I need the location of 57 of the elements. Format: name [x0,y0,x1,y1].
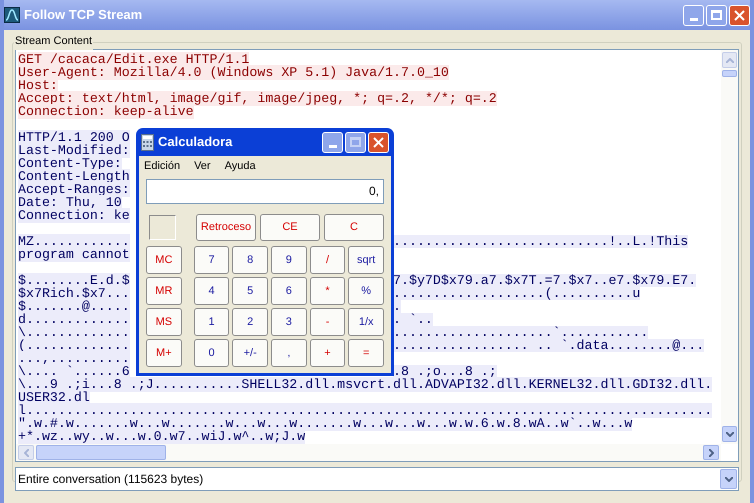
calculator-button[interactable]: MC [146,246,182,274]
close-button[interactable] [729,4,750,26]
calculator-button[interactable]: 2 [232,308,268,336]
calculator-button[interactable]: 0 [194,339,230,367]
calculator-button[interactable]: * [310,277,346,305]
calculator-button[interactable]: M+ [146,339,182,367]
calculator-button[interactable]: 3 [271,308,307,336]
menu-item[interactable]: Ver [194,158,211,174]
caret-left-icon [24,448,28,456]
calculator-button[interactable]: 8 [232,246,268,274]
scroll-right-button[interactable] [703,445,719,460]
close-icon [734,10,745,20]
minimize-button[interactable] [322,132,343,152]
calculator-button[interactable]: = [348,339,384,367]
calculator-button[interactable]: / [310,246,346,274]
calculator-button[interactable]: 6 [271,277,307,305]
calculator-button[interactable]: CE [260,214,320,241]
calculator-button[interactable]: % [348,277,384,305]
calculator-button[interactable]: , [271,339,307,367]
graph-icon [4,7,20,23]
conversation-dropdown[interactable]: Entire conversation (115623 bytes) [15,467,739,491]
calculator-button[interactable]: 4 [194,277,230,305]
calculator-button[interactable]: 5 [232,277,268,305]
scroll-up-button[interactable] [722,52,737,68]
menu-item[interactable]: Ayuda [224,158,256,174]
calculator-button[interactable]: C [324,214,384,241]
scroll-left-button[interactable] [18,445,34,460]
calculator-button[interactable]: MS [146,308,182,336]
close-button[interactable] [368,132,389,152]
caret-right-icon [708,448,714,456]
calculator-button[interactable]: +/- [232,339,268,367]
calculator-icon [141,134,154,150]
window-title: Follow TCP Stream [24,6,144,24]
calculator-button[interactable]: sqrt [348,246,384,274]
calculator-button[interactable]: - [310,308,346,336]
calculator-display: 0, [146,179,384,204]
menu-item[interactable]: Edición [144,158,180,174]
caret-down-icon [726,432,734,436]
scroll-thumb[interactable] [36,445,166,460]
group-label: Stream Content [14,33,94,50]
close-icon [373,136,384,148]
calculator-button[interactable]: 9 [271,246,307,274]
calculator-button[interactable]: 1/x [348,308,384,336]
scroll-thumb[interactable] [722,70,737,77]
chevron-down-icon [720,469,737,489]
caret-up-icon [726,58,734,62]
calculator-title: Calculadora [158,133,234,152]
calculator-button[interactable]: + [310,339,346,367]
calculator-button[interactable]: MR [146,277,182,305]
vertical-scrollbar[interactable] [721,50,738,444]
maximize-button[interactable] [345,132,366,152]
calculator-button[interactable]: Retroceso [196,214,256,241]
calculator-button[interactable]: 1 [194,308,230,336]
horizontal-scrollbar[interactable] [16,444,721,461]
memory-indicator [149,215,176,240]
calculator-button[interactable]: 7 [194,246,230,274]
scroll-down-button[interactable] [722,426,737,442]
